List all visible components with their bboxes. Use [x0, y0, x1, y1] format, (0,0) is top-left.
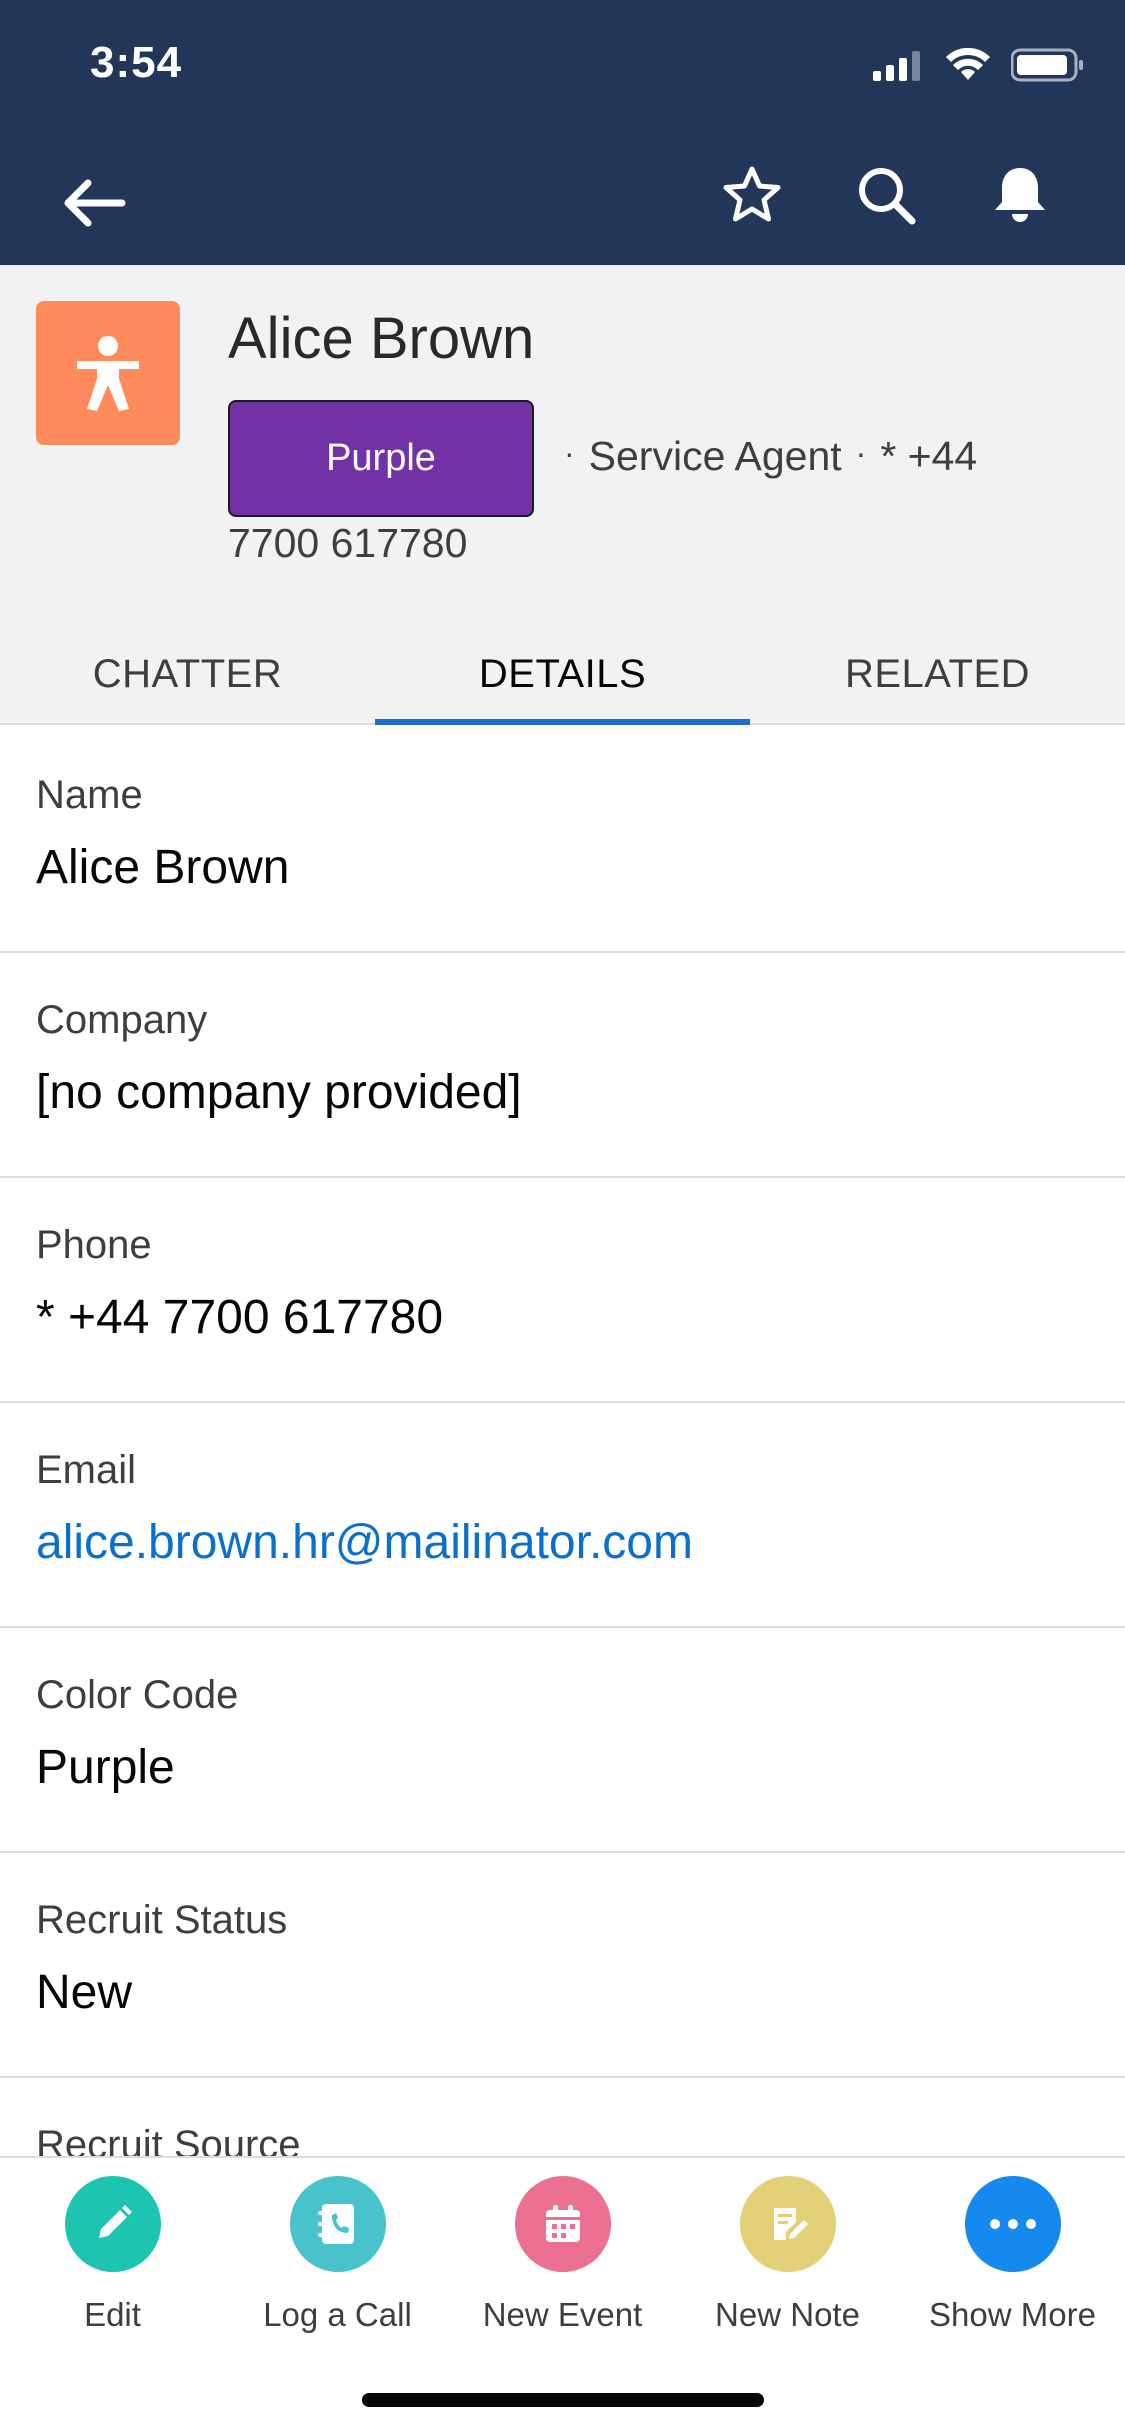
- battery-icon: [1010, 48, 1085, 87]
- field-recruit-source: Recruit Source: [0, 2078, 1125, 2158]
- separator-dot: ·: [564, 435, 575, 471]
- home-indicator[interactable]: [362, 2393, 764, 2407]
- star-icon: [723, 166, 781, 222]
- phone-value[interactable]: * +44 7700 617780: [36, 1290, 1125, 1345]
- field-company: Company [no company provided]: [0, 953, 1125, 1178]
- status-icons: [873, 47, 1085, 87]
- record-name: Alice Brown: [228, 306, 535, 371]
- signal-icon: [873, 49, 925, 86]
- search-button[interactable]: [851, 160, 921, 230]
- separator-dot: ·: [855, 435, 867, 471]
- record-phone-prefix[interactable]: * +44: [880, 433, 977, 479]
- action-label: New Event: [482, 2296, 643, 2333]
- contact-avatar: [36, 301, 180, 445]
- log-call-action-button[interactable]: Log a Call: [225, 2176, 450, 2334]
- field-label: Phone: [36, 1223, 152, 1267]
- person-icon: [77, 336, 139, 411]
- field-value: Purple: [36, 1741, 175, 1794]
- field-label: Email: [36, 1448, 137, 1492]
- back-button[interactable]: [58, 168, 128, 238]
- favorite-button[interactable]: [717, 160, 787, 230]
- action-label: Edit: [84, 2296, 141, 2333]
- field-name: Name Alice Brown: [0, 728, 1125, 953]
- wifi-icon: [945, 47, 991, 87]
- field-value: Alice Brown: [36, 841, 290, 894]
- record-tabs: CHATTER DETAILS RELATED: [0, 625, 1125, 725]
- nav-actions: [717, 160, 1055, 230]
- details-field-list: Name Alice Brown Company [no company pro…: [0, 728, 1125, 2158]
- edit-action-button[interactable]: Edit: [0, 2176, 225, 2334]
- field-recruit-status: Recruit Status New: [0, 1853, 1125, 2078]
- show-more-action-button[interactable]: Show More: [900, 2176, 1125, 2334]
- record-meta: · Service Agent · * +44: [550, 433, 977, 480]
- search-icon: [859, 168, 916, 225]
- pencil-icon: [64, 2176, 161, 2272]
- note-icon: [739, 2176, 836, 2272]
- field-value: [no company provided]: [36, 1066, 522, 1119]
- notifications-button[interactable]: [985, 160, 1055, 230]
- record-phone-rest[interactable]: 7700 617780: [228, 520, 467, 567]
- new-event-action-button[interactable]: New Event: [450, 2176, 675, 2334]
- color-badge: Purple: [228, 400, 534, 517]
- more-icon: [964, 2176, 1061, 2272]
- bell-icon: [995, 168, 1045, 222]
- new-note-action-button[interactable]: New Note: [675, 2176, 900, 2334]
- field-label: Company: [36, 998, 208, 1042]
- action-label: Show More: [929, 2296, 1096, 2333]
- top-header: 3:54: [0, 0, 1125, 265]
- field-color-code: Color Code Purple: [0, 1628, 1125, 1853]
- calendar-icon: [514, 2176, 611, 2272]
- arrow-left-icon: [64, 179, 126, 227]
- record-role: Service Agent: [588, 433, 842, 479]
- field-label: Recruit Status: [36, 1898, 288, 1942]
- record-header: Alice Brown Purple · Service Agent · * +44 …: [0, 265, 1125, 725]
- tab-chatter[interactable]: CHATTER: [0, 625, 375, 723]
- email-link[interactable]: alice.brown.hr@mailinator.com: [36, 1515, 1125, 1570]
- phone-book-icon: [289, 2176, 386, 2272]
- field-label: Color Code: [36, 1673, 239, 1717]
- tab-details[interactable]: DETAILS: [375, 625, 750, 725]
- action-label: Log a Call: [263, 2296, 412, 2333]
- field-label: Name: [36, 773, 143, 817]
- field-value: New: [36, 1966, 133, 2019]
- status-time: 3:54: [90, 38, 183, 87]
- action-label: New Note: [715, 2296, 860, 2333]
- tab-related[interactable]: RELATED: [750, 625, 1125, 723]
- field-email: Email alice.brown.hr@mailinator.com: [0, 1403, 1125, 1628]
- field-phone: Phone * +44 7700 617780: [0, 1178, 1125, 1403]
- field-label: Recruit Source: [36, 2123, 301, 2158]
